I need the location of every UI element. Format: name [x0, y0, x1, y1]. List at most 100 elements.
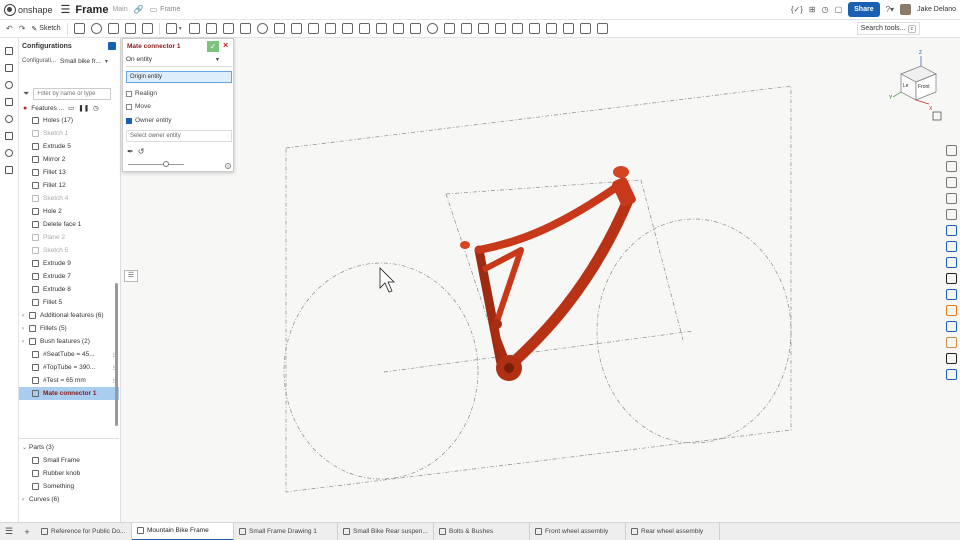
- curves-folder[interactable]: › Curves (6): [19, 493, 119, 506]
- plane-icon[interactable]: [426, 23, 438, 34]
- versions-icon[interactable]: [5, 132, 13, 140]
- help-icon[interactable]: ?: [225, 163, 231, 169]
- measure-icon[interactable]: [545, 23, 557, 34]
- feature-item[interactable]: Fillet 13: [19, 166, 119, 179]
- stopwatch-icon[interactable]: ◷: [93, 104, 99, 112]
- part-item[interactable]: Small Frame: [19, 454, 119, 467]
- document-tab[interactable]: Bolts & Bushes: [434, 522, 530, 540]
- link-icon[interactable]: 🔗: [134, 5, 144, 14]
- slider-handle[interactable]: [163, 161, 169, 167]
- sweep-icon[interactable]: [107, 23, 119, 34]
- code-icon[interactable]: {✓}: [791, 5, 803, 14]
- filter-icon[interactable]: ⏷: [23, 89, 29, 99]
- menu-icon[interactable]: ☰: [61, 3, 71, 16]
- add-tab-icon[interactable]: +: [18, 527, 36, 537]
- mass-properties-icon[interactable]: [946, 161, 957, 172]
- render-icon[interactable]: [946, 241, 957, 252]
- properties-icon[interactable]: [5, 98, 13, 106]
- versions-icon[interactable]: ⊞: [809, 5, 816, 14]
- onshape-logo[interactable]: onshape: [4, 3, 53, 16]
- variable-icon[interactable]: [494, 23, 506, 34]
- reset-icon[interactable]: ↺: [138, 147, 145, 156]
- feature-item[interactable]: Hole 2: [19, 205, 119, 218]
- helix-icon[interactable]: [460, 23, 472, 34]
- pause-icon[interactable]: ❚❚: [78, 104, 89, 112]
- tab-menu-icon[interactable]: ☰: [0, 526, 18, 537]
- replace-face-icon[interactable]: [392, 23, 404, 34]
- feature-item[interactable]: Extrude 5: [19, 140, 119, 153]
- sheet-metal-icon[interactable]: [511, 23, 523, 34]
- thicken-icon[interactable]: [141, 23, 153, 34]
- hole-icon[interactable]: [256, 23, 268, 34]
- owner-entity-checkbox[interactable]: Owner entity: [126, 117, 172, 124]
- help-icon[interactable]: ?▾: [886, 5, 894, 14]
- fillet-icon[interactable]: [165, 23, 177, 34]
- redo-icon[interactable]: ↷: [19, 24, 26, 33]
- branch-name[interactable]: Main: [112, 6, 127, 13]
- configuration-table-icon[interactable]: [108, 42, 116, 50]
- feature-item[interactable]: Extrude 9: [19, 257, 119, 270]
- feature-item[interactable]: Holes (17): [19, 114, 119, 127]
- mode-select[interactable]: On entity ▼: [126, 56, 232, 67]
- feature-folder[interactable]: › Additional features (6): [19, 309, 119, 322]
- view-cube[interactable]: Le Front Y X Z: [889, 50, 937, 112]
- feature-item[interactable]: Sketch 5: [19, 244, 119, 257]
- configurations-icon[interactable]: [946, 193, 957, 204]
- section-view-icon[interactable]: [562, 23, 574, 34]
- comments-icon[interactable]: ▢: [835, 5, 843, 14]
- parts-folder[interactable]: ⌄ Parts (3): [19, 441, 119, 454]
- feature-item[interactable]: Delete face 1: [19, 218, 119, 231]
- feature-folder[interactable]: › Fillets (5): [19, 322, 119, 335]
- close-icon[interactable]: ×: [223, 40, 228, 50]
- transform-icon[interactable]: [324, 23, 336, 34]
- frame-icon[interactable]: [528, 23, 540, 34]
- feature-item[interactable]: Sketch 1: [19, 127, 119, 140]
- notes-icon[interactable]: [5, 166, 13, 174]
- sketch-button[interactable]: ✎ Sketch: [31, 25, 60, 33]
- calendar-icon[interactable]: [946, 257, 957, 268]
- part-item[interactable]: Rubber knob: [19, 467, 119, 480]
- move-face-icon[interactable]: [375, 23, 387, 34]
- origin-entity-field[interactable]: Origin entity: [126, 71, 232, 83]
- loft-icon[interactable]: [124, 23, 136, 34]
- rib-icon[interactable]: [222, 23, 234, 34]
- linear-pattern-icon[interactable]: [273, 23, 285, 34]
- chamfer-icon[interactable]: [188, 23, 200, 34]
- view-options-icon[interactable]: [932, 111, 942, 121]
- cloud-icon[interactable]: [946, 369, 957, 380]
- owner-entity-field[interactable]: Select owner entity: [126, 130, 232, 142]
- modify-fillet-icon[interactable]: [358, 23, 370, 34]
- chevron-down-icon[interactable]: ▼: [178, 26, 183, 32]
- appearance-icon[interactable]: [579, 23, 591, 34]
- user-name[interactable]: Jake Delano: [917, 6, 956, 13]
- document-tab[interactable]: Mountain Bike Frame: [132, 522, 234, 540]
- feature-item[interactable]: Sketch 4: [19, 192, 119, 205]
- configuration-selector[interactable]: Configurati... Small bike fr... ▾: [22, 58, 118, 65]
- document-tab[interactable]: Front wheel assembly: [530, 522, 626, 540]
- variable-item[interactable]: #SeatTube = 45... ⁝: [19, 348, 119, 361]
- app-store-icon[interactable]: [946, 225, 957, 236]
- graphics-viewport[interactable]: Le Front Y X Z ☰: [121, 38, 943, 522]
- features-header[interactable]: ● Features ... ▭ ❚❚ ◷: [23, 104, 99, 113]
- tools-icon[interactable]: [946, 289, 957, 300]
- feature-item[interactable]: Fillet 12: [19, 179, 119, 192]
- delete-part-icon[interactable]: [341, 23, 353, 34]
- shell-icon[interactable]: [239, 23, 251, 34]
- document-tab[interactable]: Rear wheel assembly: [626, 522, 720, 540]
- feature-item[interactable]: Plane 2: [19, 231, 119, 244]
- draft-icon[interactable]: [205, 23, 217, 34]
- offset-surface-icon[interactable]: [409, 23, 421, 34]
- comments-icon[interactable]: [5, 81, 13, 89]
- feature-folder[interactable]: › Bush features (2): [19, 335, 119, 348]
- timer-icon[interactable]: [5, 149, 13, 157]
- cube-icon[interactable]: [946, 273, 957, 284]
- mate-connector-icon[interactable]: [443, 23, 455, 34]
- preview-slider[interactable]: [128, 164, 184, 165]
- boolean-icon[interactable]: [290, 23, 302, 34]
- feature-item[interactable]: Fillet 5: [19, 296, 119, 309]
- curve-icon[interactable]: [477, 23, 489, 34]
- history-icon[interactable]: ◷: [822, 5, 829, 14]
- feature-options-icon[interactable]: ▭: [68, 104, 74, 112]
- pin-icon[interactable]: ✒: [127, 147, 134, 156]
- move-checkbox[interactable]: Move: [126, 103, 151, 110]
